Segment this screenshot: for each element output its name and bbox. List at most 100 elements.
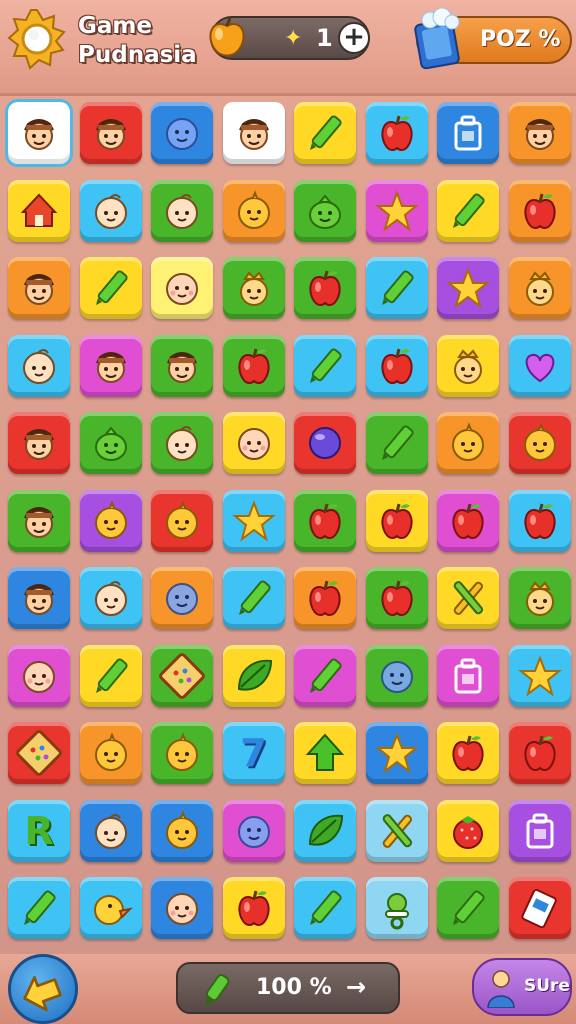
back-button[interactable] [8, 954, 78, 1024]
tile-r7-c8[interactable] [508, 567, 571, 629]
tile-r7-c2[interactable] [79, 567, 142, 629]
tile-r3-c3[interactable] [151, 257, 213, 319]
king-icon [525, 271, 554, 306]
tile-r4-c6[interactable] [365, 334, 428, 397]
chick-icon [452, 422, 484, 461]
tile-r5-c2[interactable] [79, 412, 142, 474]
tile-r10-c3[interactable] [151, 799, 213, 862]
tile-r9-c3[interactable] [151, 722, 213, 784]
tile-r10-c5[interactable] [294, 799, 356, 862]
tile-r4-c4[interactable] [222, 334, 285, 397]
tile-r9-c5[interactable] [294, 722, 356, 784]
tile-r8-c4[interactable] [222, 644, 285, 707]
tile-r7-c1[interactable] [8, 567, 70, 629]
progress-arrow[interactable]: → [346, 973, 366, 1001]
tile-r3-c7[interactable] [437, 257, 499, 319]
tile-r11-c1[interactable] [8, 877, 70, 939]
sun-badge-icon[interactable] [6, 8, 68, 70]
tile-r10-c7[interactable] [437, 799, 499, 862]
tile-r7-c6[interactable] [365, 567, 428, 629]
tile-r3-c4[interactable] [222, 257, 285, 319]
tile-r5-c3[interactable] [151, 412, 213, 474]
tile-r1-c3[interactable] [151, 102, 213, 164]
tile-r9-c2[interactable] [79, 722, 142, 784]
tile-r5-c1[interactable] [8, 412, 70, 474]
tile-r5-c7[interactable] [437, 412, 499, 474]
tile-r8-c2[interactable] [79, 644, 142, 707]
tile-r10-c4[interactable] [222, 799, 285, 862]
tile-r9-c8[interactable] [508, 722, 571, 784]
tile-r8-c7[interactable] [437, 644, 499, 707]
tile-r2-c4[interactable] [222, 179, 285, 242]
tile-r2-c7[interactable] [437, 179, 499, 242]
tile-r8-c1[interactable] [8, 644, 70, 707]
tile-r2-c3[interactable] [151, 179, 213, 242]
tile-r6-c2[interactable] [79, 489, 142, 552]
tile-r10-c2[interactable] [79, 799, 142, 862]
tile-r6-c3[interactable] [151, 489, 213, 552]
tile-r6-c4[interactable] [222, 489, 285, 552]
sure-button[interactable]: SUre [472, 958, 572, 1016]
tile-r4-c8[interactable] [508, 334, 571, 397]
tile-r11-c5[interactable] [294, 877, 356, 939]
tile-r8-c5[interactable] [294, 644, 356, 707]
tile-r10-c8[interactable] [508, 799, 571, 862]
tile-r2-c5[interactable] [294, 179, 356, 242]
tile-r1-c5[interactable] [294, 102, 356, 164]
tile-r6-c1[interactable] [8, 489, 70, 552]
tile-r8-c6[interactable] [365, 644, 428, 707]
tile-r2-c2[interactable] [79, 179, 142, 242]
tile-r1-c8[interactable] [508, 102, 571, 164]
tile-r3-c2[interactable] [79, 257, 142, 319]
tile-r11-c3[interactable] [151, 877, 213, 939]
tile-r1-c7[interactable] [437, 102, 499, 164]
tile-r5-c5[interactable] [294, 412, 356, 474]
tile-r6-c8[interactable] [508, 489, 571, 552]
tile-r4-c7[interactable] [437, 334, 499, 397]
tile-r5-c4[interactable] [222, 412, 285, 474]
letter-r-icon: R [24, 808, 54, 853]
tile-r6-c5[interactable] [294, 489, 356, 552]
tile-r10-c6[interactable] [365, 799, 428, 862]
tile-r9-c6[interactable] [365, 722, 428, 784]
tile-r11-c8[interactable] [508, 877, 571, 939]
pencil-icon [238, 580, 271, 615]
tile-r2-c6[interactable] [365, 179, 428, 242]
pencil-icon [310, 657, 342, 693]
tile-r3-c5[interactable] [294, 257, 356, 319]
tile-r5-c6[interactable] [365, 412, 428, 474]
poz-button[interactable]: POZ % [414, 8, 572, 70]
tile-r3-c8[interactable] [508, 257, 571, 319]
tile-r7-c5[interactable] [294, 567, 356, 629]
tile-r1-c2[interactable] [79, 102, 142, 164]
tile-r4-c5[interactable] [294, 334, 356, 397]
tile-r4-c2[interactable] [79, 334, 142, 397]
tile-r11-c7[interactable] [437, 877, 499, 939]
tile-r7-c3[interactable] [151, 567, 213, 629]
tile-r9-c7[interactable] [437, 722, 499, 784]
tile-r5-c8[interactable] [508, 412, 571, 474]
tile-r1-c1[interactable] [8, 102, 70, 164]
tile-r11-c6[interactable] [365, 877, 428, 939]
tile-r11-c4[interactable] [222, 877, 285, 939]
tile-r11-c2[interactable] [79, 877, 142, 939]
tile-r10-c1[interactable]: R [8, 799, 70, 862]
tile-r2-c8[interactable] [508, 179, 571, 242]
king-icon [454, 348, 482, 384]
tile-r3-c1[interactable] [8, 257, 70, 319]
tile-r8-c3[interactable] [151, 644, 213, 707]
tile-r6-c6[interactable] [365, 489, 428, 552]
tile-r4-c1[interactable] [8, 334, 70, 397]
tile-r4-c3[interactable] [151, 334, 213, 397]
tile-r7-c4[interactable] [222, 567, 285, 629]
tile-r1-c4[interactable] [222, 102, 285, 164]
tile-r6-c7[interactable] [437, 489, 499, 552]
tile-r8-c8[interactable] [508, 644, 571, 707]
tile-r9-c1[interactable] [8, 722, 70, 784]
tile-r3-c6[interactable] [365, 257, 428, 319]
add-button[interactable]: + [338, 22, 370, 54]
tile-r2-c1[interactable] [8, 179, 70, 242]
tile-r9-c4[interactable]: 7 [222, 722, 285, 784]
tile-r1-c6[interactable] [365, 102, 428, 164]
tile-r7-c7[interactable] [437, 567, 499, 629]
